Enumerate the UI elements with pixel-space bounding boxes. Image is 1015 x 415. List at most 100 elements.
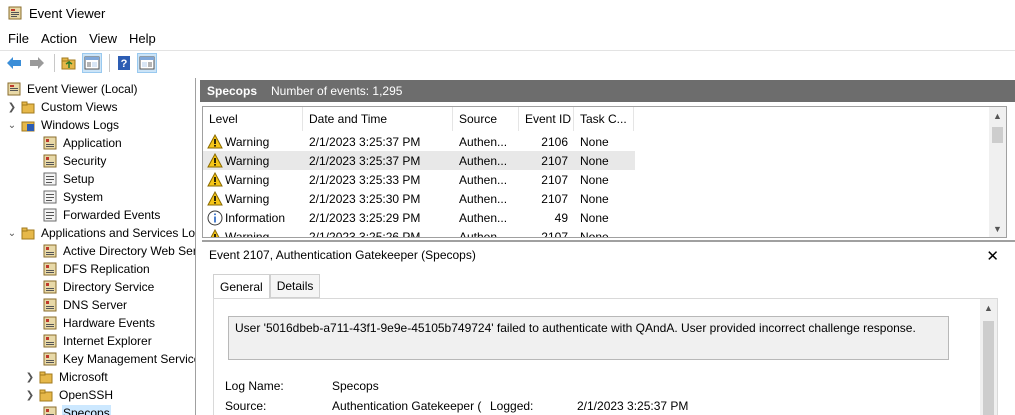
warning-icon	[210, 229, 220, 237]
log-icon	[43, 334, 57, 348]
level-text: Warning	[225, 229, 270, 238]
source-cell: Authen...	[459, 134, 508, 149]
log-plain-icon	[43, 208, 57, 222]
tree-item-event-viewer-local[interactable]: Event Viewer (Local)	[4, 80, 139, 98]
table-row[interactable]: Warning 2/1/2023 3:25:26 PM Authen... 21…	[203, 227, 634, 238]
toolbar: ?	[0, 50, 1015, 74]
warning-icon	[207, 172, 223, 187]
tree-item-active-directory-web-services[interactable]: Active Directory Web Ser	[40, 242, 196, 260]
date-time-cell: 2/1/2023 3:25:26 PM	[309, 229, 421, 238]
show-hide-action-pane-button[interactable]	[137, 52, 157, 73]
tree-item-dfs-replication[interactable]: DFS Replication	[40, 260, 151, 278]
scrollbar-thumb[interactable]	[983, 321, 994, 415]
tree-item-custom-views[interactable]: ❯ Custom Views	[6, 98, 118, 116]
date-time-cell: 2/1/2023 3:25:29 PM	[309, 210, 421, 225]
column-header-task-category[interactable]: Task C...	[574, 107, 634, 131]
tree-item-label: DFS Replication	[63, 262, 150, 276]
level-text: Warning	[225, 191, 270, 206]
table-row[interactable]: Warning 2/1/2023 3:25:37 PM Authen... 21…	[203, 151, 635, 170]
show-hide-console-tree-button[interactable]	[82, 52, 102, 73]
chevron-right-icon[interactable]: ❯	[6, 98, 18, 116]
menu-file[interactable]: File	[0, 31, 35, 46]
tree-item-system[interactable]: System	[40, 188, 104, 206]
forward-arrow-icon	[30, 56, 44, 69]
column-header-event-id[interactable]: Event ID	[519, 107, 574, 131]
log-icon	[43, 262, 57, 276]
tree-item-security[interactable]: Security	[40, 152, 107, 170]
title-bar: Event Viewer	[0, 0, 1015, 26]
information-icon	[207, 210, 223, 225]
log-icon	[43, 352, 57, 366]
detail-scrollbar[interactable]: ▲	[980, 299, 997, 415]
tab-general[interactable]: General	[213, 274, 270, 299]
table-row[interactable]: Warning 2/1/2023 3:25:30 PM Authen... 21…	[203, 189, 634, 208]
tree-item-internet-explorer[interactable]: Internet Explorer	[40, 332, 153, 350]
tree-item-applications-and-services-logs[interactable]: ⌄ Applications and Services Lo	[6, 224, 195, 242]
tree-item-windows-logs[interactable]: ⌄ Windows Logs	[6, 116, 120, 134]
event-detail-pane: Event 2107, Authentication Gatekeeper (S…	[202, 240, 1015, 415]
tree-item-specops[interactable]: Specops	[40, 404, 111, 415]
back-arrow-icon	[7, 56, 21, 69]
menu-action[interactable]: Action	[35, 31, 83, 46]
task-category-cell: None	[580, 134, 609, 149]
log-name-label: Log Name:	[225, 379, 284, 393]
level-text: Warning	[225, 134, 270, 149]
date-time-cell: 2/1/2023 3:25:37 PM	[309, 134, 421, 149]
tree-item-label: Key Management Service	[63, 352, 196, 366]
close-icon[interactable]: ✕	[986, 247, 999, 265]
tree-item-dns-server[interactable]: DNS Server	[40, 296, 128, 314]
log-icon	[43, 316, 57, 330]
source-value: Authentication Gatekeeper (	[332, 399, 482, 413]
tree-item-application[interactable]: Application	[40, 134, 123, 152]
tree-item-microsoft[interactable]: ❯ Microsoft	[24, 368, 109, 386]
event-message[interactable]: User '5016dbeb-a711-43f1-9e9e-45105b7497…	[228, 316, 949, 360]
back-button[interactable]	[4, 53, 24, 73]
chevron-down-icon[interactable]: ⌄	[6, 116, 18, 134]
tree-item-label: Internet Explorer	[63, 334, 152, 348]
log-icon	[43, 154, 57, 168]
chevron-right-icon[interactable]: ❯	[24, 386, 36, 404]
event-id-cell: 2107	[541, 153, 568, 168]
scroll-up-arrow-icon[interactable]: ▲	[989, 107, 1006, 124]
level-text: Warning	[225, 172, 270, 187]
up-one-level-button[interactable]	[59, 53, 79, 73]
source-cell: Authen...	[459, 153, 508, 168]
tree-item-key-management-service[interactable]: Key Management Service	[40, 350, 196, 368]
scroll-down-arrow-icon[interactable]: ▼	[989, 220, 1006, 237]
tree-item-openssh[interactable]: ❯ OpenSSH	[24, 386, 114, 404]
table-row[interactable]: Warning 2/1/2023 3:25:33 PM Authen... 21…	[203, 170, 634, 189]
event-viewer-window: Event Viewer File Action View Help ? Eve…	[0, 0, 1015, 415]
help-button[interactable]: ?	[114, 53, 134, 73]
log-header: Specops Number of events: 1,295	[200, 80, 1015, 102]
events-list-scrollbar[interactable]: ▲ ▼	[989, 107, 1006, 237]
scroll-up-arrow-icon[interactable]: ▲	[980, 299, 997, 316]
log-icon	[43, 298, 57, 312]
tab-details[interactable]: Details	[269, 274, 321, 298]
date-time-cell: 2/1/2023 3:25:33 PM	[309, 172, 421, 187]
general-tab-content: User '5016dbeb-a711-43f1-9e9e-45105b7497…	[213, 298, 998, 415]
tree-item-hardware-events[interactable]: Hardware Events	[40, 314, 156, 332]
column-header-date-and-time[interactable]: Date and Time	[303, 107, 453, 131]
menu-help[interactable]: Help	[123, 31, 162, 46]
event-id-cell: 2106	[541, 134, 568, 149]
tree-item-forwarded-events[interactable]: Forwarded Events	[40, 206, 161, 224]
tree-item-label: Active Directory Web Ser	[63, 244, 196, 258]
tree-item-directory-service[interactable]: Directory Service	[40, 278, 155, 296]
column-header-source[interactable]: Source	[453, 107, 519, 131]
table-row[interactable]: Warning 2/1/2023 3:25:37 PM Authen... 21…	[203, 132, 634, 151]
column-header-level[interactable]: Level	[203, 107, 303, 131]
logged-value: 2/1/2023 3:25:37 PM	[577, 399, 689, 413]
source-cell: Authen...	[459, 210, 508, 225]
forward-button[interactable]	[27, 53, 47, 73]
tree-item-label: Event Viewer (Local)	[27, 82, 138, 96]
chevron-right-icon[interactable]: ❯	[24, 368, 36, 386]
task-category-cell: None	[580, 229, 609, 238]
tree-item-label: Custom Views	[41, 100, 118, 114]
table-row[interactable]: Information 2/1/2023 3:25:29 PM Authen..…	[203, 208, 634, 227]
tree-item-setup[interactable]: Setup	[40, 170, 95, 188]
chevron-down-icon[interactable]: ⌄	[6, 224, 18, 242]
level-text: Warning	[225, 153, 270, 168]
scrollbar-thumb[interactable]	[992, 127, 1003, 143]
menu-view[interactable]: View	[83, 31, 123, 46]
tree-item-label: Forwarded Events	[63, 208, 161, 222]
